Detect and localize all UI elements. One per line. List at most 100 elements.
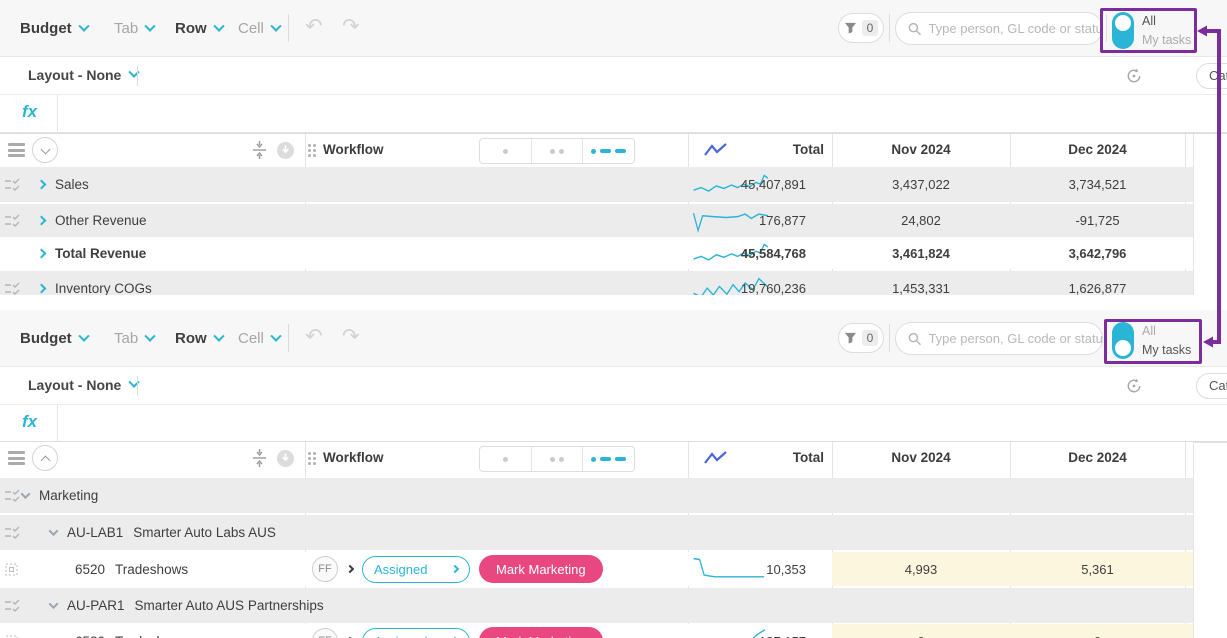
total-cell[interactable]: 10,353 <box>688 552 832 586</box>
row-label[interactable]: Tradeshows <box>115 634 188 638</box>
search-input[interactable]: Type person, GL code or status <box>895 12 1103 45</box>
formula-bar[interactable]: fx <box>0 405 1227 443</box>
gl-code[interactable]: 6520 <box>75 562 105 577</box>
redo-button[interactable]: ↷ <box>342 14 360 38</box>
filter-button[interactable]: 0 <box>838 323 884 353</box>
table-row[interactable]: Inventory COGs 19,760,236 1,453,331 1,62… <box>0 271 1193 295</box>
history-refresh-icon[interactable] <box>1125 67 1143 85</box>
history-refresh-icon[interactable] <box>1125 377 1143 395</box>
redo-button[interactable]: ↷ <box>342 324 360 348</box>
gl-code[interactable]: AU-LAB1 <box>67 525 123 540</box>
hamburger-menu-icon[interactable] <box>8 143 25 157</box>
table-row[interactable]: 6520 Tradeshows FF Assigned Mark Marketi… <box>0 552 1193 586</box>
mark-marketing-button[interactable]: Mark Marketing <box>479 555 603 583</box>
table-row[interactable]: Total Revenue 45,584,768 3,461,824 3,642… <box>0 237 1193 269</box>
row-tasks-icon[interactable] <box>5 599 21 612</box>
nov-cell[interactable]: 3,461,824 <box>832 237 1010 269</box>
expand-chevron-icon[interactable] <box>37 216 47 226</box>
total-cell[interactable]: 45,584,768 <box>688 237 832 269</box>
row-label[interactable]: Marketing <box>39 488 98 503</box>
categories-button[interactable]: Cat <box>1196 63 1227 89</box>
table-row[interactable]: Sales 45,407,891 3,437,022 3,734,521 <box>0 167 1193 202</box>
total-cell[interactable]: 45,407,891 <box>688 167 832 202</box>
density-option-detailed[interactable] <box>583 447 634 471</box>
history-icon[interactable] <box>276 141 295 160</box>
gl-code[interactable]: AU-PAR1 <box>67 598 125 613</box>
collapse-all-button[interactable] <box>32 445 58 471</box>
expand-chevron-icon[interactable] <box>37 284 47 294</box>
expand-chevron-icon[interactable] <box>37 248 47 258</box>
density-option-compact[interactable] <box>480 447 532 471</box>
search-input[interactable]: Type person, GL code or status <box>895 322 1103 355</box>
density-option-medium[interactable] <box>532 139 584 163</box>
assignee-avatar[interactable]: FF <box>312 628 338 638</box>
categories-button[interactable]: Cat <box>1196 373 1227 399</box>
drag-handle-icon[interactable] <box>308 452 317 465</box>
row-label[interactable]: Sales <box>55 177 89 192</box>
filter-button[interactable]: 0 <box>838 13 884 43</box>
undo-button[interactable]: ↶ <box>305 14 323 38</box>
menu-cell[interactable]: Cell <box>238 330 280 347</box>
density-option-detailed[interactable] <box>583 139 634 163</box>
dec-cell[interactable]: -91,725 <box>1010 204 1185 237</box>
collapse-chevron-icon[interactable] <box>49 526 59 536</box>
dec-cell[interactable]: 3,734,521 <box>1010 167 1185 202</box>
table-row[interactable]: AU-PAR1 Smarter Auto AUS Partnerships <box>0 588 1193 623</box>
nov-cell[interactable]: 24,802 <box>832 204 1010 237</box>
row-tasks-icon[interactable] <box>5 526 21 539</box>
row-tasks-icon[interactable] <box>5 489 21 502</box>
dec-cell[interactable]: 5,361 <box>1010 552 1185 586</box>
gl-code[interactable]: 6520 <box>75 634 105 638</box>
total-cell[interactable]: 127,157 <box>688 624 832 638</box>
menu-tab[interactable]: Tab <box>114 330 154 347</box>
table-row[interactable]: 6520 Tradeshows FF Assigned Mark Marketi… <box>0 624 1193 638</box>
layout-selector[interactable]: Layout - None <box>28 67 138 83</box>
fit-rows-icon[interactable] <box>252 141 267 159</box>
row-label[interactable]: Smarter Auto Labs AUS <box>133 525 276 540</box>
total-cell[interactable]: 176,877 <box>688 204 832 237</box>
workflow-status-pill[interactable]: Assigned <box>362 556 470 583</box>
nov-cell[interactable]: 3,437,022 <box>832 167 1010 202</box>
table-row[interactable]: AU-LAB1 Smarter Auto Labs AUS <box>0 515 1193 550</box>
row-label[interactable]: Tradeshows <box>115 562 188 577</box>
history-icon[interactable] <box>276 449 295 468</box>
expand-chevron-icon[interactable] <box>37 180 47 190</box>
workflow-status-pill[interactable]: Assigned <box>362 628 470 638</box>
dec-cell[interactable]: 3,642,796 <box>1010 237 1185 269</box>
row-label[interactable]: Total Revenue <box>55 246 146 261</box>
table-row[interactable]: Other Revenue 176,877 24,802 -91,725 <box>0 204 1193 237</box>
menu-budget[interactable]: Budget <box>20 20 88 37</box>
fit-rows-icon[interactable] <box>252 449 267 467</box>
row-cell-icon[interactable] <box>5 563 18 576</box>
row-tasks-icon[interactable] <box>5 178 21 191</box>
row-tasks-icon[interactable] <box>5 214 21 227</box>
collapse-chevron-icon[interactable] <box>21 489 31 499</box>
density-option-medium[interactable] <box>532 447 584 471</box>
menu-budget[interactable]: Budget <box>20 330 88 347</box>
row-cell-icon[interactable] <box>5 635 18 638</box>
row-label[interactable]: Inventory COGs <box>55 281 152 295</box>
layout-selector[interactable]: Layout - None <box>28 377 138 393</box>
nov-cell[interactable]: 1,453,331 <box>832 271 1010 295</box>
nov-cell[interactable]: 0 <box>832 624 1010 638</box>
formula-bar[interactable]: fx <box>0 95 1227 133</box>
density-option-compact[interactable] <box>480 139 532 163</box>
row-label[interactable]: Smarter Auto AUS Partnerships <box>135 598 324 613</box>
row-label[interactable]: Other Revenue <box>55 213 147 228</box>
menu-tab[interactable]: Tab <box>114 20 154 37</box>
undo-button[interactable]: ↶ <box>305 324 323 348</box>
hamburger-menu-icon[interactable] <box>8 451 25 465</box>
drag-handle-icon[interactable] <box>308 144 317 157</box>
collapse-chevron-icon[interactable] <box>49 599 59 609</box>
menu-row[interactable]: Row <box>175 330 223 347</box>
total-cell[interactable]: 19,760,236 <box>688 271 832 295</box>
assignee-avatar[interactable]: FF <box>312 556 338 582</box>
table-row[interactable]: Marketing <box>0 478 1193 513</box>
menu-cell[interactable]: Cell <box>238 20 280 37</box>
mark-marketing-button[interactable]: Mark Marketing <box>479 627 603 638</box>
row-tasks-icon[interactable] <box>5 282 21 295</box>
collapse-all-button[interactable] <box>32 137 58 163</box>
nov-cell[interactable]: 4,993 <box>832 552 1010 586</box>
dec-cell[interactable]: 0 <box>1010 624 1185 638</box>
menu-row[interactable]: Row <box>175 20 223 37</box>
